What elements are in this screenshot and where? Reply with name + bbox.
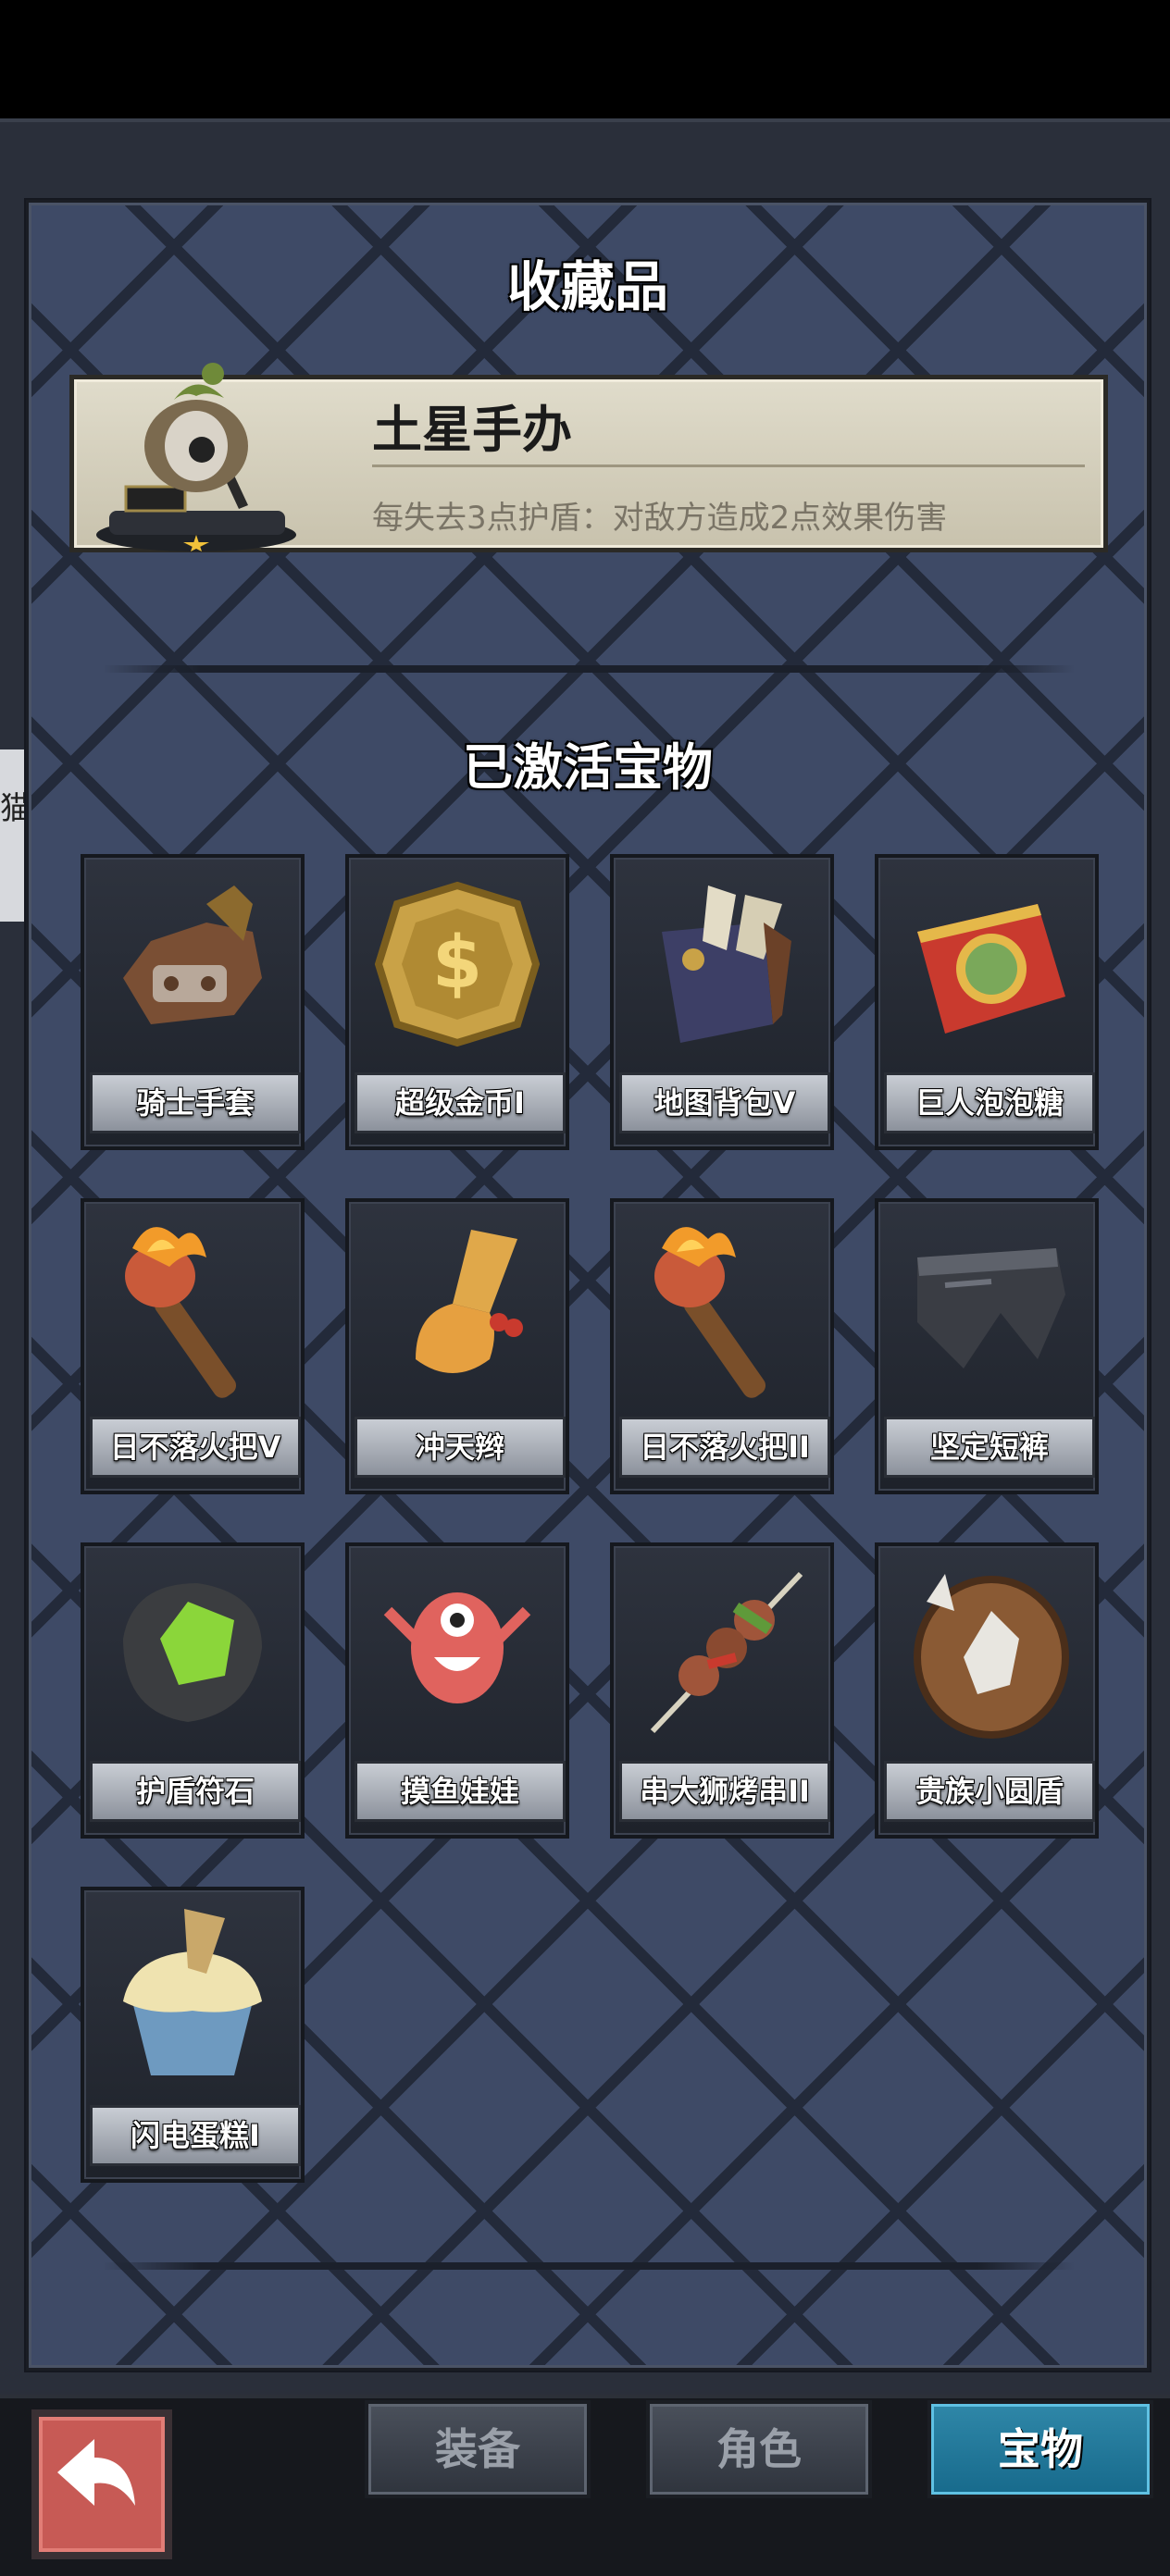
back-arrow-icon bbox=[57, 2439, 135, 2506]
collection-item-name: 土星手办 bbox=[372, 401, 572, 459]
treasure-item-label: 贵族小圆盾 bbox=[884, 1761, 1095, 1822]
fish-doll-icon bbox=[383, 1592, 531, 1703]
round-shield-icon bbox=[914, 1574, 1069, 1739]
pigtail-icon bbox=[416, 1230, 523, 1373]
treasure-item-label: 闪电蛋糕I bbox=[90, 2105, 301, 2166]
treasure-item-label: 冲天辫 bbox=[355, 1417, 566, 1478]
collection-item-description: 每失去3点护盾：对敌方造成2点效果伤害 bbox=[372, 500, 948, 537]
treasure-item-label: 巨人泡泡糖 bbox=[884, 1072, 1095, 1133]
treasure-item-shield-rune[interactable]: 护盾符石 bbox=[81, 1542, 305, 1839]
bottom-divider bbox=[103, 2262, 1075, 2270]
treasure-item-shorts[interactable]: 坚定短裤 bbox=[875, 1198, 1099, 1494]
treasure-item-label: 摸鱼娃娃 bbox=[355, 1761, 566, 1822]
knight-gauntlet-icon bbox=[123, 886, 262, 1024]
shield-rune-icon bbox=[123, 1583, 262, 1722]
collection-card[interactable]: 土星手办 每失去3点护盾：对敌方造成2点效果伤害 bbox=[69, 363, 1108, 552]
treasure-item-knight-gauntlet[interactable]: 骑士手套 bbox=[81, 854, 305, 1150]
treasure-item-label: 地图背包V bbox=[619, 1072, 830, 1133]
shorts-icon bbox=[917, 1248, 1065, 1368]
treasure-panel: 收藏品 土星手办 每失去3点护盾：对敌方造成2点效果伤害 已激活宝物 骑士手套 bbox=[26, 200, 1150, 2371]
treasure-item-label: 串大狮烤串II bbox=[619, 1761, 830, 1822]
treasure-item-label: 日不落火把V bbox=[90, 1417, 301, 1478]
torch-icon bbox=[654, 1227, 766, 1398]
treasure-item-gold-coin[interactable]: $ 超级金币I bbox=[345, 854, 569, 1150]
treasure-item-pigtail[interactable]: 冲天辫 bbox=[345, 1198, 569, 1494]
map-backpack-icon bbox=[662, 886, 791, 1043]
treasure-item-map-backpack[interactable]: 地图背包V bbox=[610, 854, 834, 1150]
tab-character[interactable]: 角色 bbox=[646, 2400, 872, 2498]
treasure-item-label: 骑士手套 bbox=[90, 1072, 301, 1133]
svg-text:$: $ bbox=[432, 922, 482, 1005]
treasure-item-label: 日不落火把II bbox=[619, 1417, 830, 1478]
back-button[interactable] bbox=[31, 2409, 172, 2559]
gold-coin-icon: $ bbox=[374, 881, 541, 1047]
tab-treasure[interactable]: 宝物 bbox=[927, 2400, 1153, 2498]
torch-icon bbox=[125, 1227, 237, 1398]
collection-title: 收藏品 bbox=[506, 255, 668, 318]
section-divider bbox=[103, 665, 1075, 673]
saturn-figure-icon bbox=[96, 363, 296, 551]
skewer-icon bbox=[650, 1571, 803, 1734]
treasure-item-lightning-cake[interactable]: 闪电蛋糕I bbox=[81, 1887, 305, 2183]
treasure-item-label: 护盾符石 bbox=[90, 1761, 301, 1822]
treasure-item-torch-v[interactable]: 日不落火把V bbox=[81, 1198, 305, 1494]
activated-title: 已激活宝物 bbox=[463, 738, 713, 797]
treasure-item-label: 坚定短裤 bbox=[884, 1417, 1095, 1478]
treasure-item-giant-bubblegum[interactable]: 巨人泡泡糖 bbox=[875, 854, 1099, 1150]
tab-equipment[interactable]: 装备 bbox=[365, 2400, 591, 2498]
giant-bubblegum-icon bbox=[917, 904, 1065, 1034]
treasure-item-fish-doll[interactable]: 摸鱼娃娃 bbox=[345, 1542, 569, 1839]
treasure-item-label: 超级金币I bbox=[355, 1072, 566, 1133]
treasure-item-skewer[interactable]: 串大狮烤串II bbox=[610, 1542, 834, 1839]
status-bar bbox=[0, 0, 1170, 118]
lightning-cake-icon bbox=[123, 1909, 262, 2075]
treasure-item-torch-ii[interactable]: 日不落火把II bbox=[610, 1198, 834, 1494]
treasure-item-round-shield[interactable]: 贵族小圆盾 bbox=[875, 1542, 1099, 1839]
card-divider bbox=[372, 464, 1085, 467]
